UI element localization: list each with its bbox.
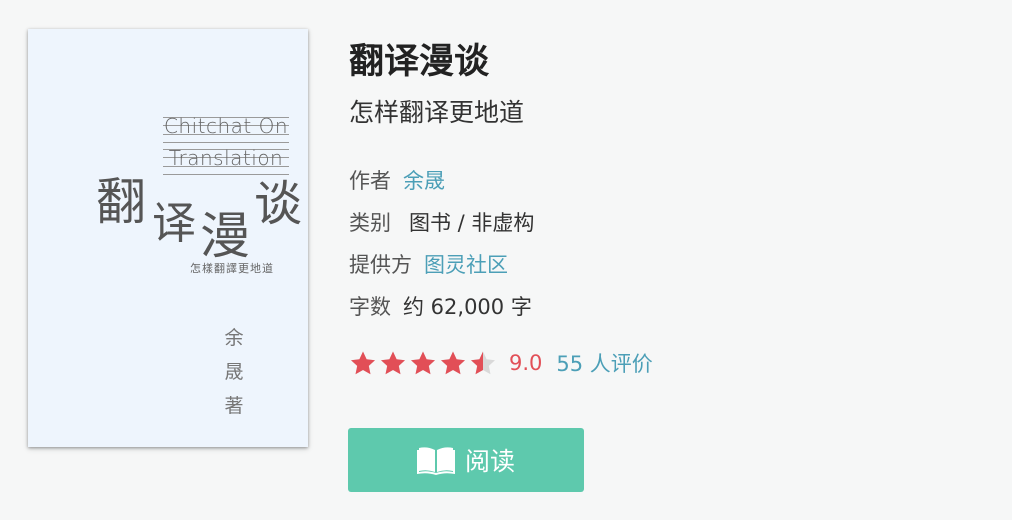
cover-chinese-title: 翻 译 漫 谈 xyxy=(96,169,306,269)
cover-title-char: 谈 xyxy=(254,176,303,232)
rating-count-link[interactable]: 55 人评价 xyxy=(556,348,652,378)
star-half-icon xyxy=(469,350,499,376)
cover-english-line-2: Translation xyxy=(168,146,284,170)
meta-wordcount-row: 字数约 62,000 字 xyxy=(349,286,534,328)
rating-stars xyxy=(349,350,499,376)
cover-subtitle: 怎樣翻譯更地道 xyxy=(190,262,274,275)
cover-english-title: Chitchat On Translation xyxy=(163,113,289,177)
book-meta: 作者 余晟 类别 图书 / 非虚构 提供方 图灵社区 字数约 62,000 字 xyxy=(349,160,534,328)
book-subtitle: 怎样翻译更地道 xyxy=(349,98,525,127)
read-button[interactable]: 阅读 xyxy=(348,428,584,492)
star-full-icon xyxy=(439,350,469,376)
rating-score: 9.0 xyxy=(509,351,543,375)
cover-english-line-1: Chitchat On xyxy=(163,114,289,138)
wordcount-label: 字数 xyxy=(349,295,391,319)
cover-author-char: 著 xyxy=(224,395,244,417)
category-value: 图书 / 非虚构 xyxy=(409,211,535,235)
star-full-icon xyxy=(379,350,409,376)
author-label: 作者 xyxy=(349,169,391,193)
provider-link[interactable]: 图灵社区 xyxy=(424,253,508,277)
cover-title-char: 翻 xyxy=(96,173,146,231)
meta-author-row: 作者 余晟 xyxy=(349,160,534,202)
author-link[interactable]: 余晟 xyxy=(403,169,445,193)
cover-author-char: 晟 xyxy=(224,361,244,383)
star-full-icon xyxy=(349,350,379,376)
cover-author-char: 余 xyxy=(224,327,244,349)
book-title: 翻译漫谈 xyxy=(349,42,490,82)
wordcount-value: 约 62,000 字 xyxy=(403,295,532,319)
book-cover[interactable]: Chitchat On Translation 翻 译 漫 谈 怎樣翻譯更地道 … xyxy=(28,29,308,447)
star-full-icon xyxy=(409,350,439,376)
rating: 9.0 55 人评价 xyxy=(349,343,653,383)
category-label: 类别 xyxy=(349,211,391,235)
cover-title-char: 译 xyxy=(152,198,196,249)
open-book-icon xyxy=(416,447,455,475)
meta-provider-row: 提供方 图灵社区 xyxy=(349,244,534,286)
provider-label: 提供方 xyxy=(349,253,412,277)
cover-author: 余 晟 著 xyxy=(224,321,244,423)
meta-category-row: 类别 图书 / 非虚构 xyxy=(349,202,534,244)
read-button-label: 阅读 xyxy=(464,447,515,476)
cover-title-char: 漫 xyxy=(200,207,250,265)
